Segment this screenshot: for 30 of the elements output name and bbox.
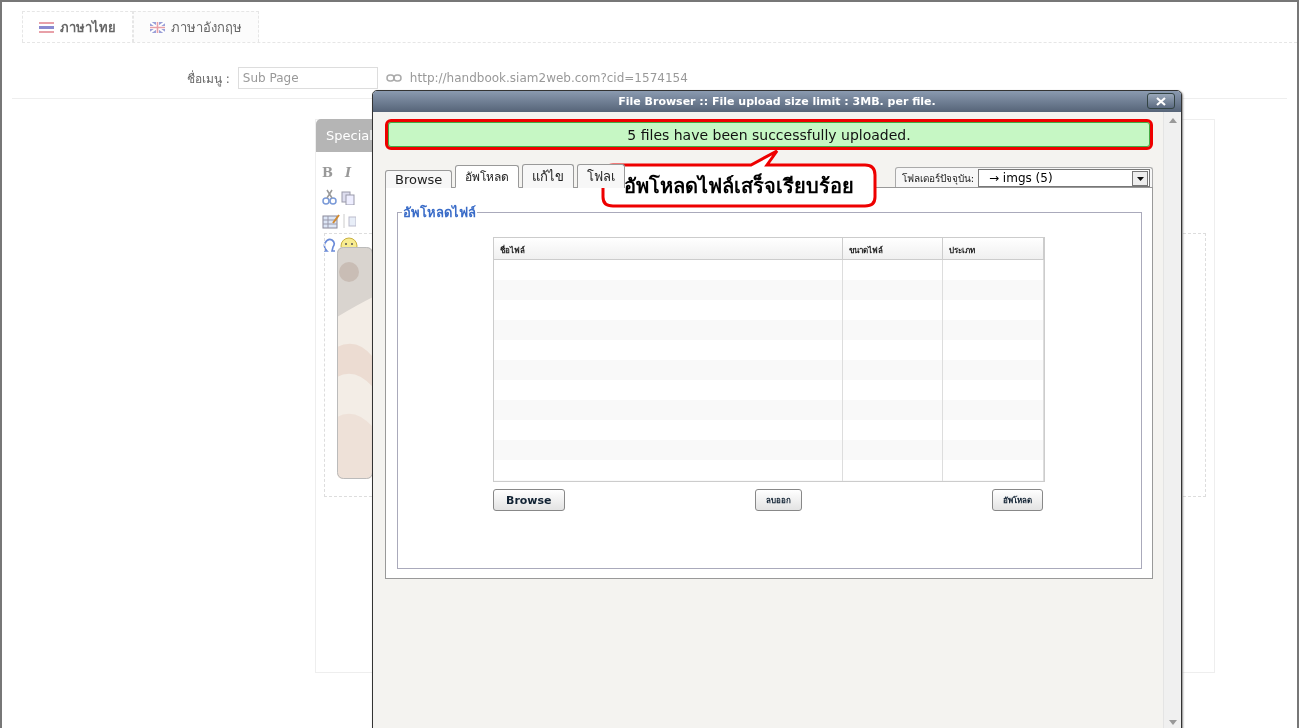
callout-text: อัพโหลดไฟล์เสร็จเรียบร้อย (624, 172, 854, 200)
scrollbar[interactable] (1163, 112, 1181, 728)
action-button[interactable]: Browse (493, 489, 565, 511)
language-tab[interactable]: ภาษาไทย (22, 11, 133, 42)
dialog-tab[interactable]: แก้ไข (522, 164, 575, 188)
close-icon (1156, 96, 1166, 106)
success-message: 5 files have been successfully uploaded. (385, 119, 1153, 150)
scroll-down-icon (1168, 720, 1177, 725)
dialog-title: File Browser :: File upload size limit : 3MB. per file. (618, 95, 936, 108)
group-title: อัพโหลดไฟล์ (402, 204, 477, 222)
action-button[interactable]: อัพโหลด (992, 489, 1043, 511)
flag-icon (39, 21, 54, 33)
folder-select[interactable]: → imgs (5) (978, 169, 1150, 187)
column-header: ขนาดไฟล์ (843, 238, 943, 260)
action-button[interactable]: ลบออก (754, 489, 802, 511)
menu-name-label: ชื่อเมนู : (187, 69, 230, 88)
close-button[interactable] (1147, 93, 1175, 109)
tab-label: ภาษาอังกฤษ (171, 18, 242, 37)
scroll-up-icon (1168, 118, 1177, 123)
column-header: ประเภท (943, 238, 1044, 260)
language-tab[interactable]: ภาษาอังกฤษ (133, 11, 259, 42)
dialog-tab[interactable]: อัพโหลด (455, 165, 520, 188)
tab-label: ภาษาไทย (60, 18, 116, 37)
column-header: ชื่อไฟล์ (494, 238, 843, 260)
flag-icon (150, 21, 165, 33)
dialog-tab[interactable]: โฟลเ (577, 164, 626, 188)
link-icon (385, 74, 402, 82)
folder-label: โฟลเดอร์ปัจจุบัน: (901, 171, 974, 186)
dialog-tab[interactable]: Browse (385, 170, 453, 188)
dropdown-icon (1136, 176, 1144, 181)
